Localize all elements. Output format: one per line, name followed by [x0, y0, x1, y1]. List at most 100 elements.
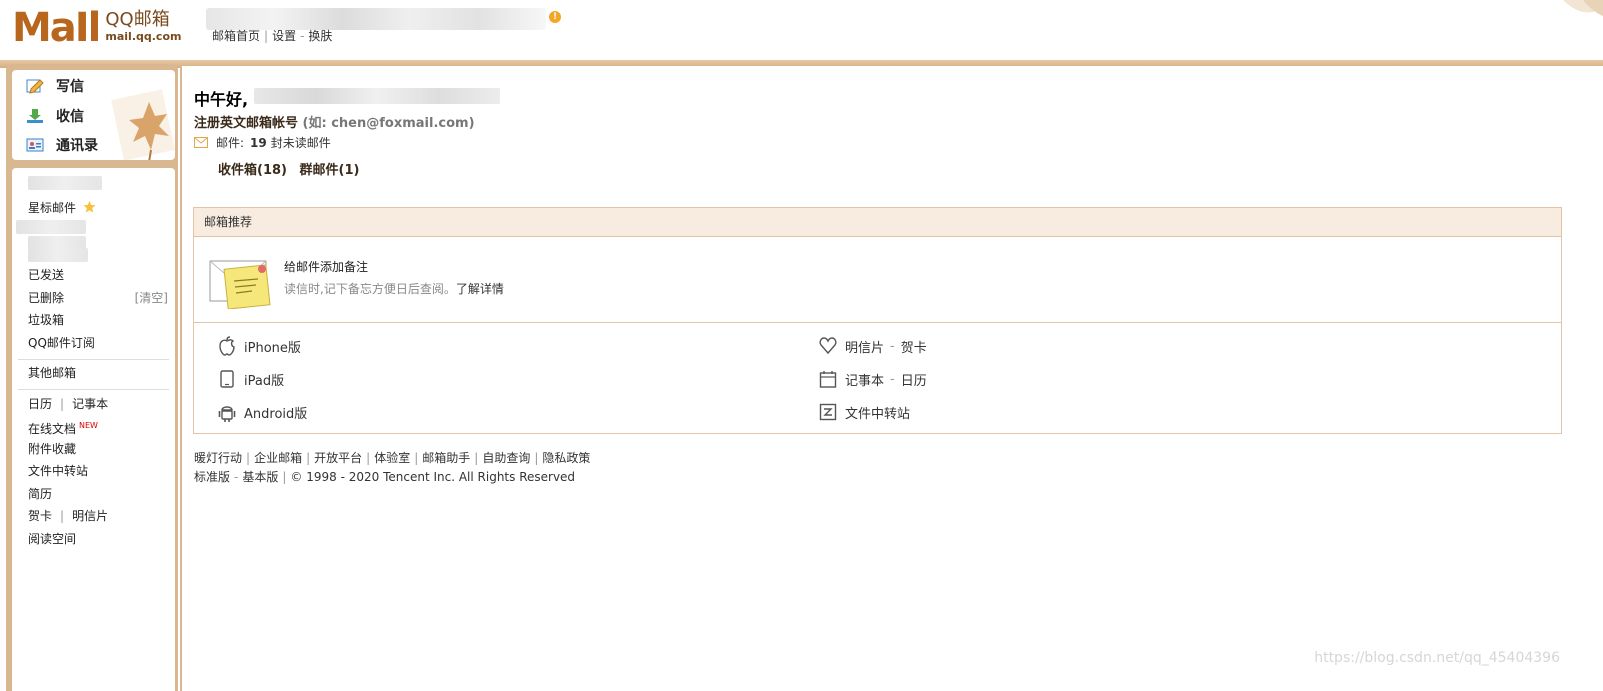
- envelope-icon: [194, 137, 208, 148]
- android-icon: [218, 406, 236, 422]
- card-label: 贺卡: [900, 340, 927, 356]
- register-hint: (如: chen@foxmail.com): [302, 116, 475, 131]
- ipad-app-link[interactable]: iPad版: [218, 369, 284, 389]
- sidebar-item-calendar-notepad: 日历 | 记事本: [28, 396, 108, 412]
- ipad-label: iPad版: [244, 373, 285, 389]
- divider: [18, 389, 169, 390]
- group-mail-link[interactable]: 群邮件(1): [300, 163, 360, 178]
- greeting-text: 中午好,: [194, 90, 249, 109]
- iphone-app-link[interactable]: iPhone版: [218, 336, 301, 356]
- pencil-icon: [26, 79, 44, 94]
- basic-version-link[interactable]: 基本版: [242, 470, 278, 484]
- note-feature-promo: 给邮件添加备注 读信时,记下备忘方便日后查阅。了解详情: [194, 237, 1561, 323]
- receive-button[interactable]: 收信: [26, 106, 84, 126]
- warning-icon[interactable]: !: [549, 11, 561, 23]
- compose-label: 写信: [56, 79, 84, 95]
- calendar-link[interactable]: 日历: [28, 397, 52, 411]
- mailbox-home-link[interactable]: 邮箱首页: [212, 29, 260, 43]
- divider: [18, 359, 169, 360]
- android-app-link[interactable]: Android版: [218, 402, 307, 422]
- file-transfer-label: 文件中转站: [845, 406, 911, 422]
- contact-card-icon: [26, 138, 44, 152]
- settings-link[interactable]: 设置: [272, 29, 296, 43]
- unread-count: 19: [250, 135, 267, 150]
- notepad-label: 记事本: [845, 373, 885, 389]
- sidebar-item-online-docs[interactable]: 在线文档 NEW: [28, 418, 98, 437]
- folder-list: 星标邮件 已发送 已删除 [清空] 垃圾箱 QQ邮件订阅 其他邮箱 日历 | 记事本…: [12, 168, 175, 691]
- new-badge: NEW: [79, 421, 98, 430]
- file-transfer-link[interactable]: 文件中转站: [819, 402, 910, 422]
- separator: |: [60, 509, 65, 523]
- calendar-label: 日历: [900, 373, 927, 389]
- sidebar-item-starred[interactable]: 星标邮件: [28, 200, 96, 216]
- sidebar-item-file-transfer[interactable]: 文件中转站: [28, 463, 88, 479]
- separator: |: [282, 470, 287, 484]
- deleted-label: 已删除: [28, 291, 65, 305]
- apple-icon: [219, 336, 235, 356]
- redacted-folder[interactable]: [28, 176, 102, 190]
- unread-suffix[interactable]: 封未读邮件: [271, 134, 331, 151]
- contacts-label: 通讯录: [56, 138, 98, 154]
- skin-link[interactable]: 换肤: [308, 29, 332, 43]
- qq-mail-logo[interactable]: MaIl QQ邮箱 mail.qq.com: [12, 8, 181, 48]
- file-transfer-icon: [819, 403, 837, 421]
- postcard-link[interactable]: 明信片: [72, 509, 108, 523]
- sidebar-item-sent[interactable]: 已发送: [28, 267, 64, 283]
- sidebar-item-reading[interactable]: 阅读空间: [28, 531, 76, 547]
- calendar-icon: [819, 371, 837, 388]
- footer-link[interactable]: 开放平台: [314, 451, 362, 465]
- sidebar-item-attachments[interactable]: 附件收藏: [28, 441, 76, 457]
- footer-link[interactable]: 隐私政策: [542, 451, 590, 465]
- top-nav-links: 邮箱首页 | 设置 - 换肤: [212, 27, 332, 44]
- separator: -: [890, 371, 895, 387]
- android-label: Android版: [244, 406, 308, 422]
- logo-brand: QQ邮箱: [105, 9, 170, 30]
- star-icon: [83, 201, 96, 213]
- logo-domain: mail.qq.com: [105, 30, 182, 43]
- footer-link[interactable]: 体验室: [374, 451, 410, 465]
- separator: |: [60, 397, 65, 411]
- sidebar-item-spam[interactable]: 垃圾箱: [28, 312, 64, 328]
- redacted-folder[interactable]: [16, 220, 86, 234]
- logo-text: QQ邮箱 mail.qq.com: [105, 10, 181, 44]
- postcard-card-link[interactable]: 明信片 - 贺卡: [819, 336, 927, 356]
- redacted-user-name: [254, 88, 500, 104]
- redacted-folder[interactable]: [28, 248, 88, 262]
- heart-icon: [819, 337, 837, 355]
- compose-button[interactable]: 写信: [26, 76, 84, 96]
- sidebar-item-deleted[interactable]: 已删除 [清空]: [28, 290, 168, 306]
- separator: -: [234, 470, 239, 484]
- separator: |: [414, 451, 419, 465]
- sidebar-item-other-mailboxes[interactable]: 其他邮箱: [28, 365, 76, 381]
- inbox-link[interactable]: 收件箱(18): [218, 163, 287, 178]
- copyright-text: © 1998 - 2020 Tencent Inc. All Rights Re…: [290, 470, 576, 484]
- online-docs-label: 在线文档: [28, 422, 77, 436]
- clear-trash-link[interactable]: [清空]: [135, 290, 168, 306]
- register-english-account[interactable]: 注册英文邮箱帐号 (如: chen@foxmail.com): [194, 112, 475, 131]
- recommendations-header: 邮箱推荐: [194, 208, 1561, 237]
- footer-link[interactable]: 企业邮箱: [254, 451, 302, 465]
- note-description-text: 读信时,记下备忘方便日后查阅。: [284, 282, 456, 296]
- separator: -: [890, 338, 895, 354]
- standard-version-link[interactable]: 标准版: [194, 470, 230, 484]
- notepad-link[interactable]: 记事本: [72, 397, 108, 411]
- starred-label: 星标邮件: [28, 201, 77, 215]
- greeting-card-link[interactable]: 贺卡: [28, 509, 52, 523]
- note-feature-title: 给邮件添加备注: [284, 260, 369, 274]
- mailbox-recommendations: 邮箱推荐 给邮件添加备注 读信时,记下备忘方便日后查阅。了解详情 iPhone版…: [193, 207, 1562, 434]
- notepad-calendar-link[interactable]: 记事本 - 日历: [819, 369, 927, 389]
- folder-shortcuts: 收件箱(18) 群邮件(1): [218, 159, 367, 178]
- footer-link[interactable]: 邮箱助手: [422, 451, 470, 465]
- footer-link[interactable]: 暖灯行动: [194, 451, 242, 465]
- decorative-leaf-icon: [1563, 0, 1603, 16]
- separator: |: [474, 451, 479, 465]
- contacts-button[interactable]: 通讯录: [26, 135, 98, 155]
- maple-leaf-decoration-icon: [111, 89, 175, 160]
- sidebar-item-subscription[interactable]: QQ邮件订阅: [28, 335, 95, 351]
- learn-more-link[interactable]: 了解详情: [456, 282, 504, 296]
- separator: |: [366, 451, 371, 465]
- mail-label: 邮件:: [216, 136, 245, 150]
- download-icon: [27, 109, 43, 123]
- sidebar-item-resume[interactable]: 简历: [28, 486, 52, 502]
- footer-link[interactable]: 自助查询: [482, 451, 530, 465]
